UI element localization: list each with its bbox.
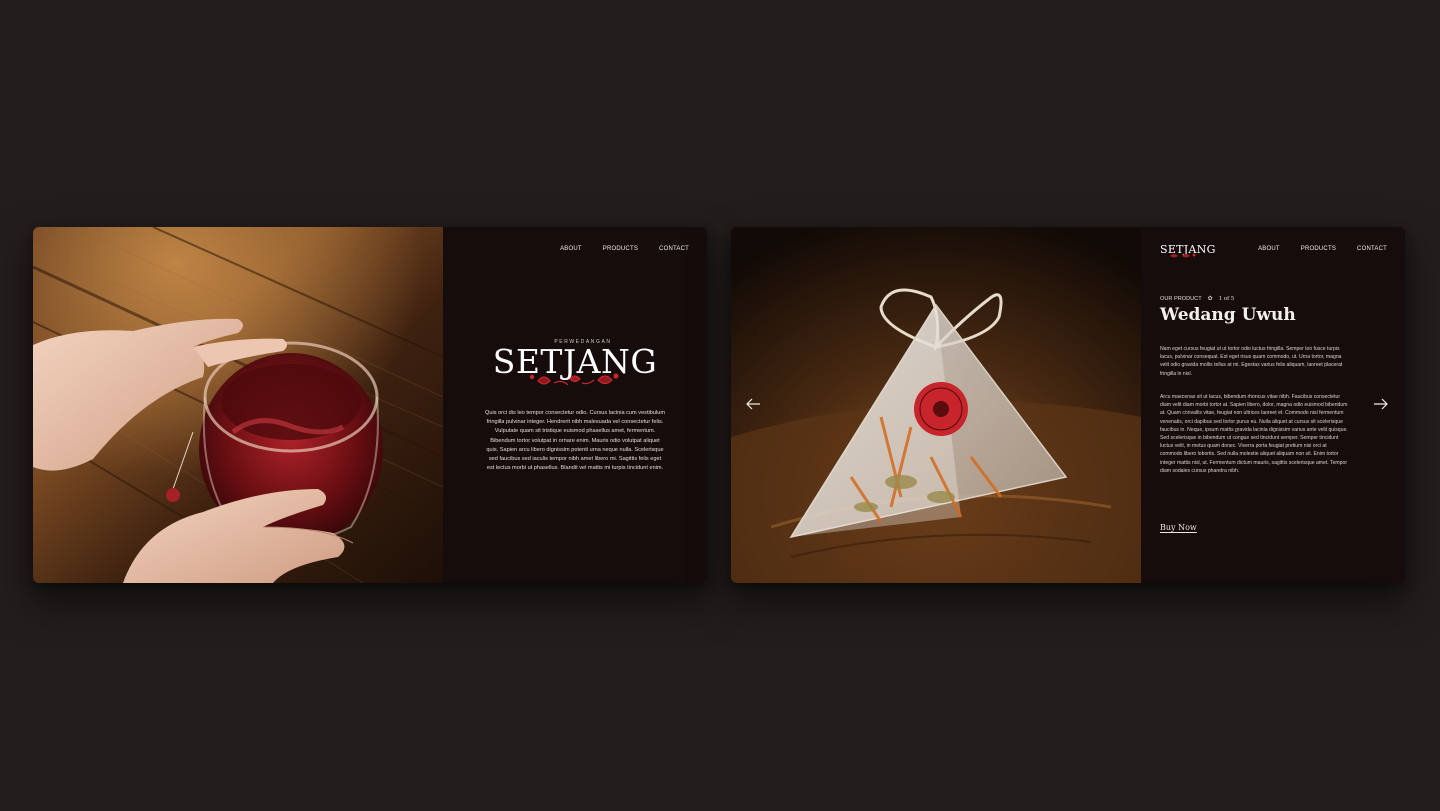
product-description-2: Arcu maecenas sit ut lacus, bibendum rho… (1160, 394, 1348, 474)
brand-logo-small[interactable]: SETJANG (1160, 243, 1216, 259)
nav-contact[interactable]: CONTACT (659, 246, 689, 252)
slide-counter: 1 of 5 (1218, 295, 1235, 302)
nav-products[interactable]: PRODUCTS (603, 246, 638, 252)
leaf-icon: ✿ (1207, 296, 1213, 302)
brand-description: Quis orci dis leo tempor consectetur odi… (485, 410, 666, 472)
hero-card: ABOUT PRODUCTS CONTACT PERWEDANGAN SETJA… (33, 227, 707, 583)
nav-products[interactable]: PRODUCTS (1301, 246, 1336, 252)
brand-logo: PERWEDANGAN SETJANG (443, 339, 707, 389)
brand-name: SETJANG (492, 342, 658, 381)
kicker-label: OUR PRODUCT (1160, 295, 1202, 302)
tea-bag-photo (731, 227, 1141, 583)
logo-text: SETJANG (1160, 243, 1216, 256)
buy-now-link[interactable]: Buy Now (1160, 523, 1197, 532)
nav-about[interactable]: ABOUT (560, 246, 582, 252)
main-nav: ABOUT PRODUCTS CONTACT (560, 246, 689, 252)
product-description-1: Nam eget cursus feugiat ut ut tortor odi… (1160, 346, 1343, 377)
nav-about[interactable]: ABOUT (1258, 246, 1280, 252)
nav-contact[interactable]: CONTACT (1357, 246, 1387, 252)
tea-glass-photo (33, 227, 443, 583)
hero-panel: ABOUT PRODUCTS CONTACT PERWEDANGAN SETJA… (443, 227, 707, 583)
arrow-left-icon[interactable] (745, 397, 761, 411)
product-kicker: OUR PRODUCT ✿ 1 of 5 (1160, 295, 1235, 303)
main-nav: ABOUT PRODUCTS CONTACT (1258, 246, 1387, 252)
product-title: Wedang Uwuh (1160, 305, 1296, 325)
product-card: SETJANG ABOUT PRODUCTS CONTACT OUR PRODU… (731, 227, 1405, 583)
arrow-right-icon[interactable] (1373, 397, 1389, 411)
product-panel: SETJANG ABOUT PRODUCTS CONTACT OUR PRODU… (1141, 227, 1405, 583)
